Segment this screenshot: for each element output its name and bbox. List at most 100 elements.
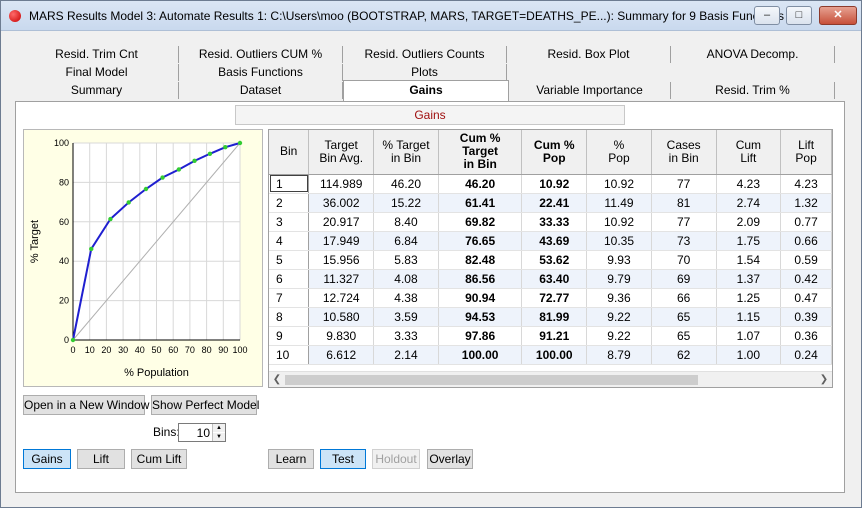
scrollbar-thumb[interactable]: [285, 375, 698, 385]
table-cell[interactable]: 46.20: [373, 174, 439, 194]
tab-variable-importance[interactable]: Variable Importance: [509, 82, 671, 99]
table-row[interactable]: 7 12.724 4.38 90.94 72.77 9.36 66 1.25 0.47: [269, 288, 832, 308]
row-header-cell[interactable]: 2: [269, 193, 310, 213]
table-cell[interactable]: 76.65: [438, 231, 523, 251]
table-cell[interactable]: 0.59: [780, 250, 832, 270]
table-cell[interactable]: 73: [651, 231, 717, 251]
table-cell[interactable]: 81.99: [521, 307, 588, 327]
table-cell[interactable]: 5.83: [373, 250, 439, 270]
scroll-left-icon[interactable]: ❮: [270, 373, 284, 387]
tab-resid-trim-pct[interactable]: Resid. Trim %: [671, 82, 835, 99]
tab-resid-box-plot[interactable]: Resid. Box Plot: [507, 46, 671, 63]
table-cell[interactable]: 15.956: [308, 250, 375, 270]
row-header-cell[interactable]: 9: [269, 326, 310, 346]
table-cell[interactable]: 90.94: [438, 288, 523, 308]
column-header-8[interactable]: Lift Pop: [780, 130, 832, 175]
table-cell[interactable]: 2.09: [716, 212, 782, 232]
table-cell[interactable]: 1.25: [716, 288, 782, 308]
tab-gains[interactable]: Gains: [343, 80, 509, 101]
table-cell[interactable]: 0.47: [780, 288, 832, 308]
table-cell[interactable]: 69.82: [438, 212, 523, 232]
table-cell[interactable]: 9.36: [586, 288, 652, 308]
column-header-7[interactable]: Cum Lift: [716, 130, 782, 175]
table-cell[interactable]: 0.39: [780, 307, 832, 327]
table-cell[interactable]: 65: [651, 326, 717, 346]
table-cell[interactable]: 1.37: [716, 269, 782, 289]
table-row[interactable]: 10 6.612 2.14 100.00 100.00 8.79 62 1.00 0.24: [269, 345, 832, 365]
table-cell[interactable]: 9.93: [586, 250, 652, 270]
table-cell[interactable]: 10.35: [586, 231, 652, 251]
table-cell[interactable]: 22.41: [521, 193, 588, 213]
table-cell[interactable]: 94.53: [438, 307, 523, 327]
row-header-cell[interactable]: 4: [269, 231, 310, 251]
table-cell[interactable]: 3.59: [373, 307, 439, 327]
row-header-cell[interactable]: 10: [269, 345, 310, 365]
table-cell[interactable]: 1.54: [716, 250, 782, 270]
tab-dataset[interactable]: Dataset: [179, 82, 343, 99]
lift-mode-button[interactable]: Lift: [77, 449, 125, 469]
maximize-button[interactable]: □: [786, 6, 812, 25]
row-header-cell[interactable]: 5: [269, 250, 310, 270]
row-header-cell[interactable]: 8: [269, 307, 310, 327]
column-header-6[interactable]: Cases in Bin: [651, 130, 717, 175]
table-cell[interactable]: 43.69: [521, 231, 588, 251]
table-cell[interactable]: 53.62: [521, 250, 588, 270]
table-cell[interactable]: 0.77: [780, 212, 832, 232]
spin-up-icon[interactable]: ▲: [213, 424, 225, 432]
table-cell[interactable]: 114.989: [308, 174, 375, 194]
row-header-cell[interactable]: 1: [269, 174, 310, 194]
table-cell[interactable]: 69: [651, 269, 717, 289]
open-new-window-button[interactable]: Open in a New Window: [23, 395, 149, 415]
table-row[interactable]: 4 17.949 6.84 76.65 43.69 10.35 73 1.75 0.66: [269, 231, 832, 251]
table-row[interactable]: 2 36.002 15.22 61.41 22.41 11.49 81 2.74 1.32: [269, 193, 832, 213]
table-cell[interactable]: 9.22: [586, 326, 652, 346]
table-cell[interactable]: 4.38: [373, 288, 439, 308]
table-cell[interactable]: 97.86: [438, 326, 523, 346]
row-header-cell[interactable]: 7: [269, 288, 310, 308]
table-cell[interactable]: 2.74: [716, 193, 782, 213]
minimize-button[interactable]: –: [754, 6, 780, 25]
spin-down-icon[interactable]: ▼: [213, 433, 225, 441]
test-button[interactable]: Test: [320, 449, 366, 469]
table-cell[interactable]: 70: [651, 250, 717, 270]
gains-mode-button[interactable]: Gains: [23, 449, 71, 469]
table-cell[interactable]: 1.00: [716, 345, 782, 365]
table-cell[interactable]: 10.580: [308, 307, 375, 327]
table-cell[interactable]: 82.48: [438, 250, 523, 270]
title-bar[interactable]: MARS Results Model 3: Automate Results 1…: [1, 1, 861, 31]
table-cell[interactable]: 10.92: [586, 212, 652, 232]
table-cell[interactable]: 15.22: [373, 193, 439, 213]
table-cell[interactable]: 6.84: [373, 231, 439, 251]
table-cell[interactable]: 86.56: [438, 269, 523, 289]
table-cell[interactable]: 100.00: [521, 345, 588, 365]
column-header-0[interactable]: Bin: [269, 130, 310, 175]
overlay-button[interactable]: Overlay: [427, 449, 473, 469]
table-cell[interactable]: 1.15: [716, 307, 782, 327]
bins-spinner[interactable]: 10 ▲ ▼: [178, 423, 226, 442]
table-cell[interactable]: 20.917: [308, 212, 375, 232]
tab-resid-outliers-counts[interactable]: Resid. Outliers Counts: [343, 46, 507, 63]
table-cell[interactable]: 0.36: [780, 326, 832, 346]
table-cell[interactable]: 17.949: [308, 231, 375, 251]
table-row[interactable]: 5 15.956 5.83 82.48 53.62 9.93 70 1.54 0.59: [269, 250, 832, 270]
tab-summary[interactable]: Summary: [15, 82, 179, 99]
table-cell[interactable]: 9.830: [308, 326, 375, 346]
scroll-right-icon[interactable]: ❯: [817, 373, 831, 387]
row-header-cell[interactable]: 6: [269, 269, 310, 289]
tab-plots[interactable]: Plots: [343, 64, 507, 81]
table-cell[interactable]: 4.23: [716, 174, 782, 194]
table-cell[interactable]: 2.14: [373, 345, 439, 365]
table-cell[interactable]: 81: [651, 193, 717, 213]
table-cell[interactable]: 77: [651, 174, 717, 194]
table-cell[interactable]: 46.20: [438, 174, 523, 194]
cum-lift-mode-button[interactable]: Cum Lift: [131, 449, 187, 469]
table-cell[interactable]: 6.612: [308, 345, 375, 365]
tab-anova-decomp[interactable]: ANOVA Decomp.: [671, 46, 835, 63]
table-cell[interactable]: 66: [651, 288, 717, 308]
table-cell[interactable]: 65: [651, 307, 717, 327]
table-row[interactable]: 9 9.830 3.33 97.86 91.21 9.22 65 1.07 0.36: [269, 326, 832, 346]
table-cell[interactable]: 72.77: [521, 288, 588, 308]
table-cell[interactable]: 10.92: [586, 174, 652, 194]
table-row[interactable]: 8 10.580 3.59 94.53 81.99 9.22 65 1.15 0.39: [269, 307, 832, 327]
column-header-4[interactable]: Cum % Pop: [521, 130, 588, 175]
